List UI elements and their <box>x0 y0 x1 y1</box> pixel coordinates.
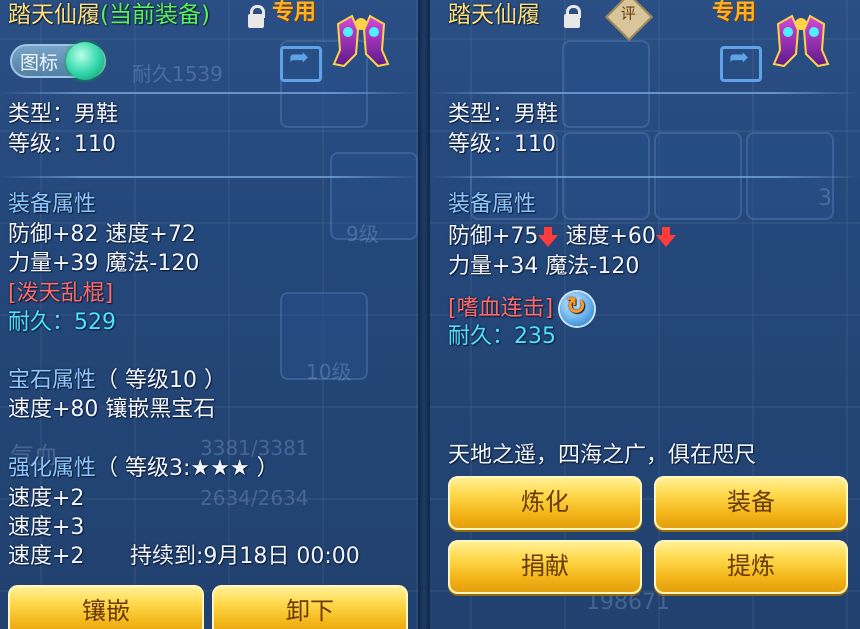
divider <box>430 176 860 178</box>
divider <box>430 92 860 94</box>
item-name: 踏天仙履 <box>8 2 100 28</box>
skill-label: [嗜血连击] <box>448 296 554 321</box>
durability: 耐久：235 <box>448 324 556 349</box>
divider <box>0 92 418 94</box>
lock-icon[interactable] <box>564 5 581 28</box>
equipped-note: (当前装备) <box>100 2 210 28</box>
background-level-label: 10级 <box>306 360 352 384</box>
gem-level: （ 等级10 ） <box>96 368 226 393</box>
equip-attr-heading: 装备属性 <box>8 192 97 217</box>
attr-line: 力量+34 魔法-120 <box>448 254 640 279</box>
down-arrow-icon <box>538 226 559 248</box>
extract-button[interactable]: 提炼 <box>654 540 848 594</box>
enhance-attr-heading: 强化属性 <box>8 456 97 481</box>
toggle-knob <box>66 42 104 80</box>
item-type: 类型：男鞋 <box>8 102 119 127</box>
item-level: 等级：110 <box>448 132 556 157</box>
defense-value: 防御+75 <box>448 224 539 249</box>
gem-attr-heading: 宝石属性 <box>8 368 97 393</box>
equip-button[interactable]: 装备 <box>654 476 848 530</box>
background-durability: 耐久1539 <box>132 62 223 86</box>
skill-name: [泼天乱棍] <box>8 281 114 306</box>
refine-button[interactable]: 炼化 <box>448 476 642 530</box>
lock-icon[interactable] <box>248 5 265 28</box>
item-title: 踏天仙履(当前装备) <box>8 2 210 28</box>
icon-toggle-label: 图标 <box>20 52 59 74</box>
background-count: 3 <box>818 186 832 211</box>
enhance-line: 速度+2 <box>8 544 85 569</box>
equip-attr-heading: 装备属性 <box>448 192 537 217</box>
gem-attr-line: 宝石属性（ 等级10 ） <box>8 368 226 394</box>
current-equipment-panel: 耐久1539 9级 10级 3381/3381 2634/2634 气血 踏天仙… <box>0 0 418 629</box>
enhance-level: （ 等级3:★★★ ） <box>96 456 279 481</box>
donate-button[interactable]: 捐献 <box>448 540 642 594</box>
share-icon[interactable] <box>720 43 762 82</box>
enhance-duration: 持续到:9月18日 00:00 <box>130 544 360 569</box>
attr-line: 力量+39 魔法-120 <box>8 251 200 276</box>
attr-line: 防御+82 速度+72 <box>8 222 196 247</box>
durability: 耐久：529 <box>8 310 116 335</box>
skill-name: [嗜血连击] <box>448 292 595 326</box>
enhance-line: 速度+2 <box>8 486 85 511</box>
exclusive-tag: 专用 <box>272 0 317 25</box>
compare-equipment-panel: 3 198671 踏天仙履 评 专用 类型：男鞋 等级：110 装备属性 防御+… <box>430 0 860 629</box>
share-icon[interactable] <box>280 43 322 82</box>
speed-value: 速度+60 <box>565 224 656 249</box>
gem-line: 速度+80 镶嵌黑宝石 <box>8 397 216 422</box>
refresh-skill-icon[interactable] <box>560 292 595 326</box>
background-level-label: 9级 <box>346 222 379 246</box>
down-arrow-icon <box>655 226 676 248</box>
boots-icon <box>332 14 390 68</box>
enhance-attr-line: 强化属性（ 等级3:★★★ ） <box>8 456 279 482</box>
flavor-text: 天地之遥，四海之广，俱在咫尺 <box>448 443 757 468</box>
background-slot <box>562 40 650 128</box>
icon-toggle[interactable]: 图标 <box>10 42 106 80</box>
divider <box>0 176 418 178</box>
unequip-button[interactable]: 卸下 <box>212 585 408 629</box>
item-name: 踏天仙履 <box>448 2 540 28</box>
background-mp: 2634/2634 <box>200 486 309 510</box>
exclusive-tag: 专用 <box>712 0 757 25</box>
inlay-button[interactable]: 镶嵌 <box>8 585 204 629</box>
item-type: 类型：男鞋 <box>448 102 559 127</box>
item-level: 等级：110 <box>8 132 116 157</box>
boots-icon <box>772 14 830 68</box>
panel-gap <box>418 0 430 629</box>
enhance-line: 速度+3 <box>8 515 85 540</box>
attr-line: 防御+75 速度+60 <box>448 224 676 250</box>
